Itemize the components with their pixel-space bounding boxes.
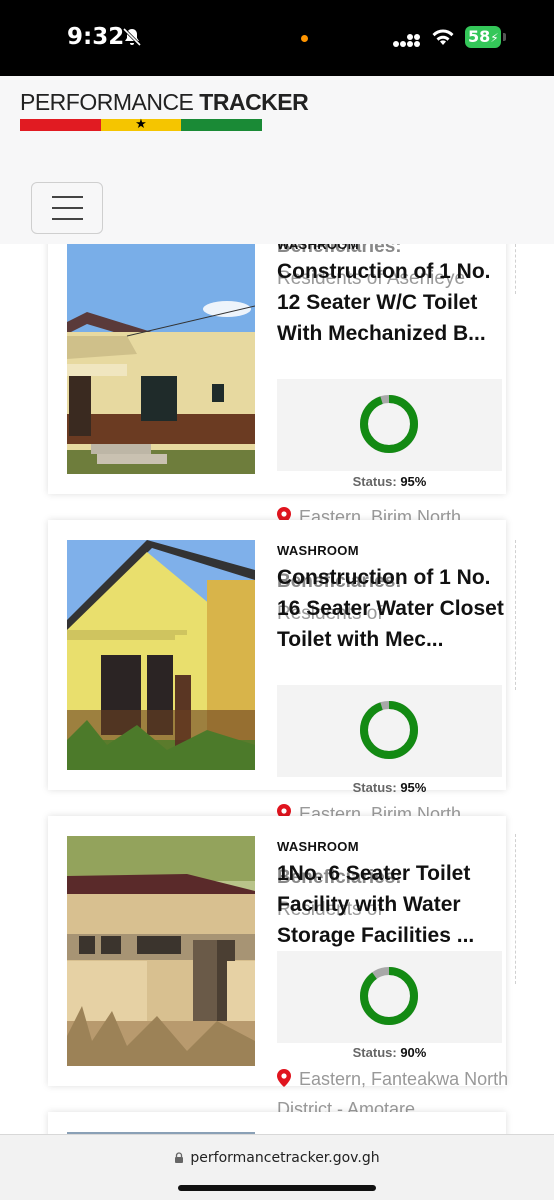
flag-red: [20, 119, 101, 131]
url-text: performancetracker.gov.gh: [190, 1150, 380, 1166]
hamburger-icon: [52, 196, 83, 198]
battery-tip: [503, 33, 506, 41]
site-logo[interactable]: PERFORMANCE TRACKER ★: [20, 89, 309, 131]
house-photo-2: [67, 540, 255, 770]
site-header: PERFORMANCE TRACKER ★: [0, 76, 554, 244]
logo-bold: TRACKER: [199, 89, 309, 115]
project-category: WASHROOM: [277, 839, 359, 854]
progress-donut: [360, 701, 418, 759]
project-status: Status: 95%: [277, 780, 502, 795]
project-title[interactable]: 1No. 6 Seater Toilet Facility with Water…: [277, 858, 505, 951]
logo-text: PERFORMANCE TRACKER: [20, 89, 309, 116]
url-display[interactable]: performancetracker.gov.gh: [0, 1150, 554, 1166]
signal-icon: [393, 34, 420, 47]
progress-donut: [360, 967, 418, 1025]
house-photo-3: [67, 836, 255, 1066]
project-status: Status: 95%: [277, 474, 502, 489]
project-list: Beneficiaries: Residents of Asenieye WAS…: [0, 244, 554, 1134]
donut-progress: [360, 701, 418, 759]
hamburger-icon-bar: [52, 207, 83, 209]
status-value: 90%: [400, 1045, 427, 1060]
privacy-indicator: [301, 35, 308, 42]
home-indicator[interactable]: [178, 1185, 376, 1191]
battery-level: 58: [468, 27, 491, 46]
menu-toggle-button[interactable]: [31, 182, 103, 234]
project-card[interactable]: Beneficiaries: Residents of WASHROOM Con…: [48, 520, 506, 795]
flag-bar: ★: [20, 116, 263, 131]
project-photo[interactable]: [67, 836, 255, 1066]
project-card[interactable]: [48, 1112, 506, 1134]
progress-chart: [277, 951, 502, 1043]
divider: [515, 540, 516, 690]
flag-green: [181, 119, 263, 131]
lock-icon: [175, 1152, 184, 1163]
project-info: Beneficiaries: Residents of Asenieye WAS…: [277, 244, 502, 494]
project-title[interactable]: Construction of 1 No. 12 Seater W/C Toil…: [277, 256, 505, 349]
house-photo-1: [67, 244, 255, 474]
donut-progress: [360, 395, 418, 453]
status-label: Status:: [352, 780, 397, 795]
divider: [515, 244, 516, 294]
divider: [515, 834, 516, 984]
project-card[interactable]: Beneficiaries: Residents of Asenieye WAS…: [48, 244, 506, 494]
location-pin-icon: [277, 1069, 291, 1087]
project-photo[interactable]: [67, 540, 255, 770]
star-icon: ★: [135, 116, 147, 131]
project-photo[interactable]: [67, 244, 255, 474]
progress-donut: [360, 395, 418, 453]
project-status: Status: 90%: [277, 1045, 502, 1060]
wifi-icon: [432, 29, 454, 45]
project-category: WASHROOM: [277, 543, 359, 558]
logo-light: PERFORMANCE: [20, 89, 200, 115]
donut-progress: [360, 967, 418, 1025]
project-category: WASHROOM: [277, 244, 359, 252]
flag-gold: ★: [100, 116, 182, 131]
status-value: 95%: [400, 474, 427, 489]
status-value: 95%: [400, 780, 427, 795]
project-card[interactable]: Beneficiaries: Residents of WASHROOM 1No…: [48, 816, 506, 1086]
progress-chart: [277, 685, 502, 777]
project-info: Beneficiaries: Residents of WASHROOM 1No…: [277, 816, 502, 1086]
project-info: Beneficiaries: Residents of WASHROOM Con…: [277, 520, 505, 795]
project-title[interactable]: Construction of 1 No. 16 Seater Water Cl…: [277, 562, 505, 655]
clock: 9:32: [67, 24, 125, 50]
browser-url-bar[interactable]: performancetracker.gov.gh: [0, 1134, 554, 1200]
status-label: Status:: [352, 474, 397, 489]
bell-slash-icon: [122, 27, 142, 47]
status-label: Status:: [352, 1045, 397, 1060]
status-bar: 9:32 58⚡: [0, 0, 554, 76]
battery-charging-icon: 58⚡: [465, 26, 501, 48]
progress-chart: [277, 379, 502, 471]
hamburger-icon-bar: [52, 218, 83, 220]
